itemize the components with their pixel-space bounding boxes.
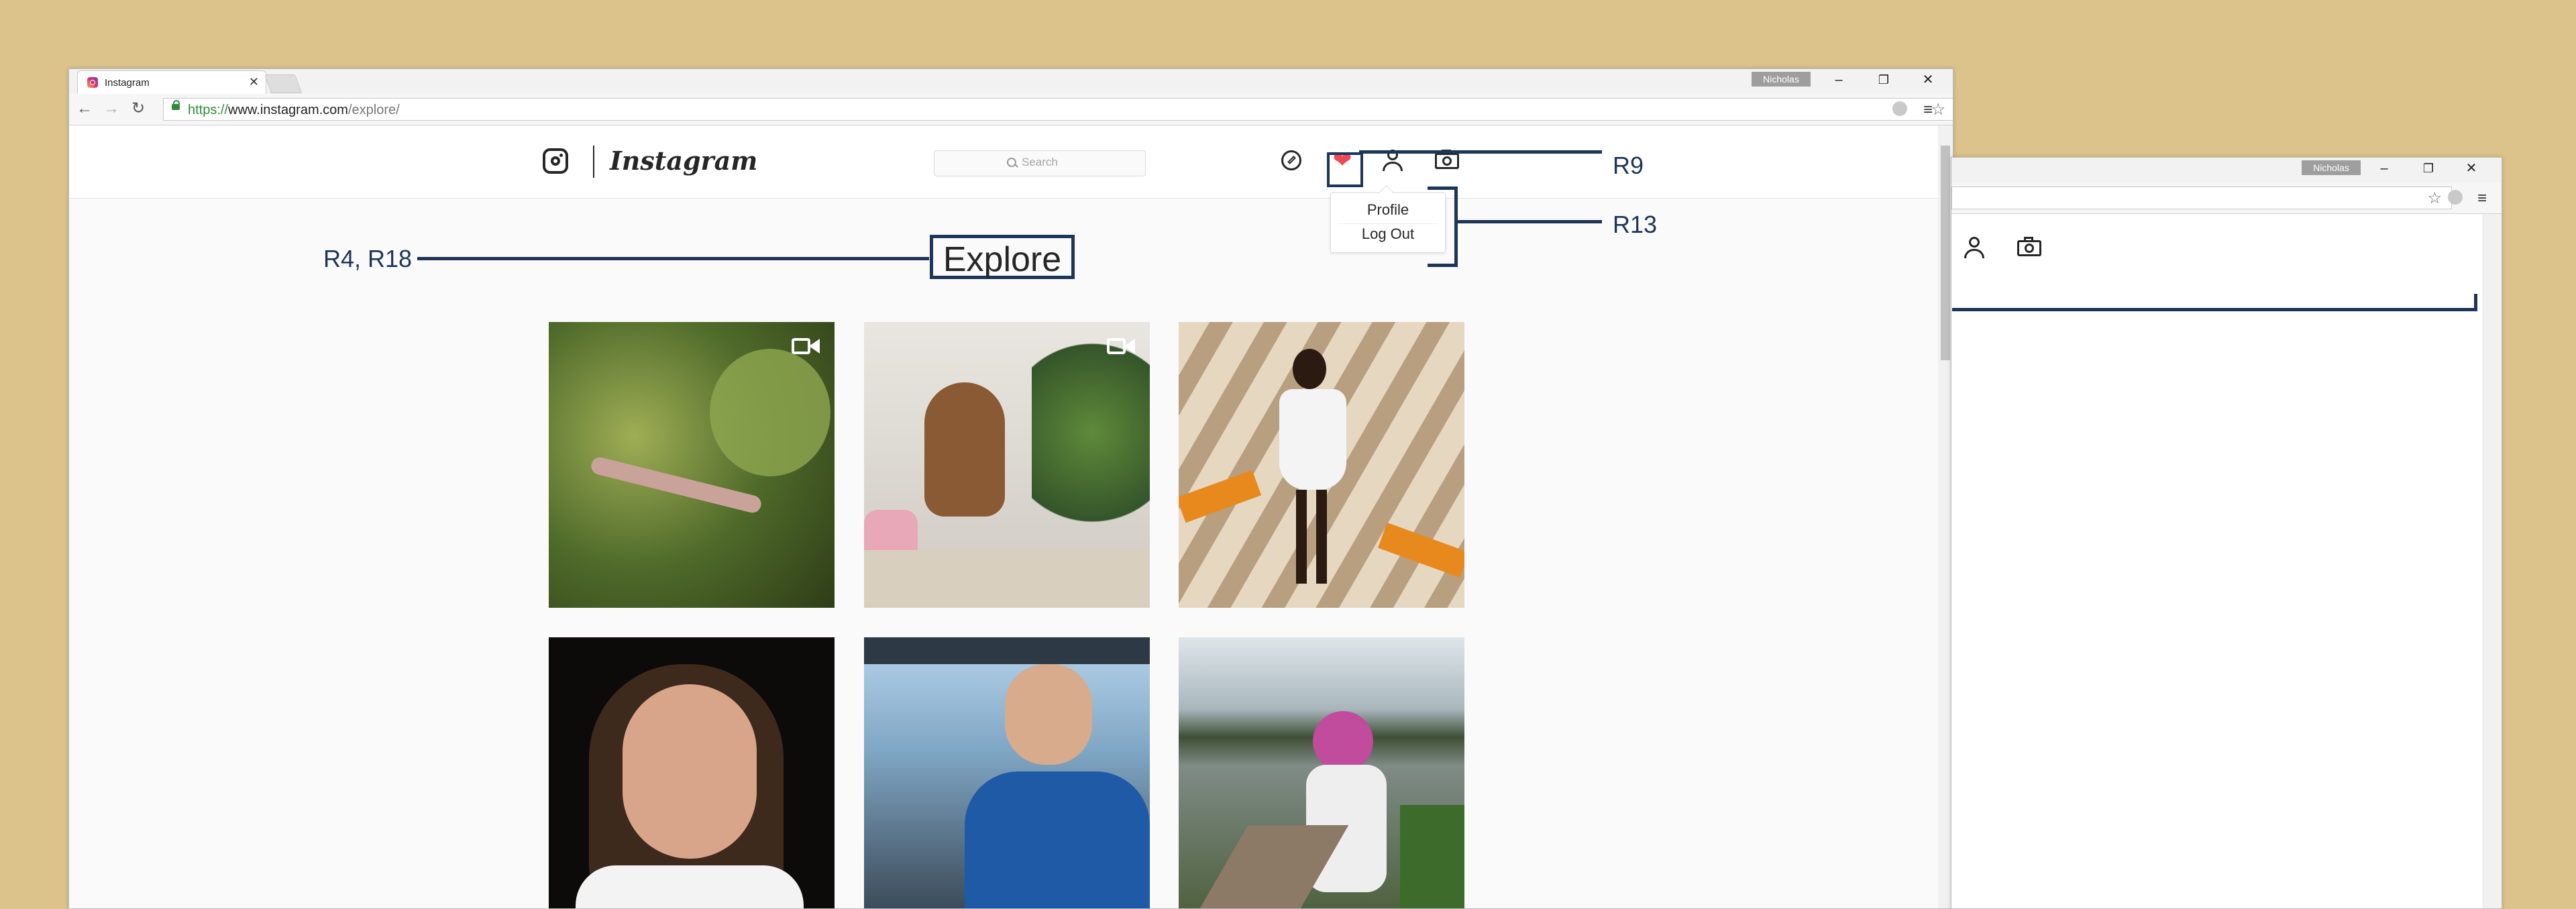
cockpit-frame-shape (864, 637, 1150, 664)
minimize-button[interactable]: – (1822, 70, 1856, 89)
browser-window: Instagram ✕ Nicholas – ❐ ✕ ← → ↻ https:/… (68, 68, 1953, 909)
browser-toolbar: ☆ ≡ (1951, 182, 2502, 214)
bench-shape (1378, 522, 1464, 578)
instagram-logo-icon[interactable] (543, 148, 568, 174)
search-input[interactable] (1020, 155, 1137, 170)
title-bar: Instagram ✕ Nicholas – ❐ ✕ (69, 69, 1953, 95)
head-shape (1293, 349, 1326, 389)
scroll-thumb[interactable] (1941, 146, 1950, 360)
heart-highlight-box (1327, 152, 1363, 187)
instagram-favicon-icon (87, 77, 98, 88)
profile-badge[interactable]: Nicholas (1752, 72, 1811, 87)
annotation-tick-second-window (2474, 294, 2477, 311)
browser-toolbar: ← → ↻ https://www.instagram.com/explore/… (69, 94, 1953, 125)
lock-icon (172, 100, 180, 110)
photo-cat[interactable] (864, 322, 1150, 608)
profile-badge[interactable]: Nicholas (2302, 160, 2361, 175)
instagram-wordmark[interactable]: Instagram (610, 146, 757, 176)
camera-icon[interactable] (2016, 234, 2043, 261)
forward-button[interactable]: → (103, 100, 120, 117)
url-scheme: https:// (188, 103, 229, 117)
browser-tab[interactable]: Instagram ✕ (77, 70, 266, 95)
page-viewport (1951, 214, 2483, 908)
user-icon[interactable] (1961, 234, 1988, 261)
close-window-button[interactable]: ✕ (1911, 70, 1945, 89)
instagram-header (1951, 214, 2483, 296)
leg-shape (1316, 490, 1327, 584)
search-icon (1007, 158, 1016, 167)
compass-icon[interactable] (1278, 147, 1305, 174)
annotation-label-r9: R9 (1613, 152, 1644, 179)
cat-shape (924, 382, 1005, 517)
annotation-line-heart (1359, 150, 1602, 154)
photo-woman-dress[interactable] (1179, 322, 1464, 608)
face-shape (623, 684, 757, 859)
reload-button[interactable]: ↻ (129, 100, 147, 117)
url-path: /explore/ (347, 103, 400, 117)
second-browser-window: Nicholas – ❐ ✕ ☆ ≡ (1951, 157, 2502, 909)
photo-lake[interactable] (1179, 637, 1464, 908)
hair-shape (1313, 711, 1373, 771)
annotation-line-second-window (1952, 308, 2477, 311)
bookmark-star-icon[interactable]: ☆ (1931, 100, 1945, 119)
video-icon (792, 335, 822, 356)
browser-menu-icon[interactable]: ≡ (1923, 101, 1933, 119)
close-window-button[interactable]: ✕ (2455, 159, 2488, 178)
shirt-shape (576, 865, 804, 908)
restore-button[interactable]: ❐ (1867, 70, 1900, 89)
page-viewport: Instagram ❤ Profile Log Out Explore (69, 125, 1938, 908)
url-text[interactable]: https://www.instagram.com/explore/ (188, 103, 400, 118)
grass-shape (1400, 805, 1464, 908)
annotation-line-explore (417, 257, 929, 260)
tab-close-icon[interactable]: ✕ (249, 75, 259, 89)
url-host: www.instagram.com (228, 103, 348, 117)
tab-title: Instagram (105, 77, 150, 89)
instagram-header: Instagram ❤ (69, 125, 1938, 199)
annotation-line-dropdown (1458, 220, 1602, 223)
leaf-shape (710, 349, 830, 476)
jacket-shape (965, 771, 1150, 908)
new-tab-button[interactable] (264, 74, 303, 93)
face-shape (1005, 664, 1092, 765)
page-title: Explore (930, 235, 1075, 279)
minimize-button[interactable]: – (2367, 159, 2401, 178)
leg-shape (1296, 490, 1307, 584)
photo-portrait[interactable] (549, 637, 835, 908)
address-bar[interactable]: https://www.instagram.com/explore/ ☆ (163, 98, 1953, 121)
menu-divider (1338, 223, 1438, 224)
photo-pilot[interactable] (864, 637, 1150, 908)
extension-icon[interactable] (1892, 101, 1907, 116)
annotation-bracket-dropdown (1428, 186, 1458, 267)
search-box[interactable] (934, 150, 1146, 176)
annotation-label-r13: R13 (1613, 211, 1658, 238)
back-button[interactable]: ← (76, 100, 93, 117)
dress-shape (1279, 389, 1346, 490)
bookmark-star-icon[interactable]: ☆ (2427, 189, 2442, 208)
extension-icon[interactable] (2448, 190, 2463, 205)
logo-divider (593, 146, 594, 178)
bench-shape (1179, 470, 1262, 523)
video-icon (1107, 335, 1138, 356)
browser-menu-icon[interactable]: ≡ (2477, 189, 2487, 208)
restore-button[interactable]: ❐ (2412, 159, 2445, 178)
photo-caterpillar[interactable] (549, 322, 835, 608)
table-shape (864, 550, 1150, 608)
page-scrollbar[interactable] (2483, 214, 2501, 908)
address-bar[interactable]: ☆ (1951, 186, 2452, 209)
annotation-label-r4-r18: R4, R18 (323, 245, 413, 272)
